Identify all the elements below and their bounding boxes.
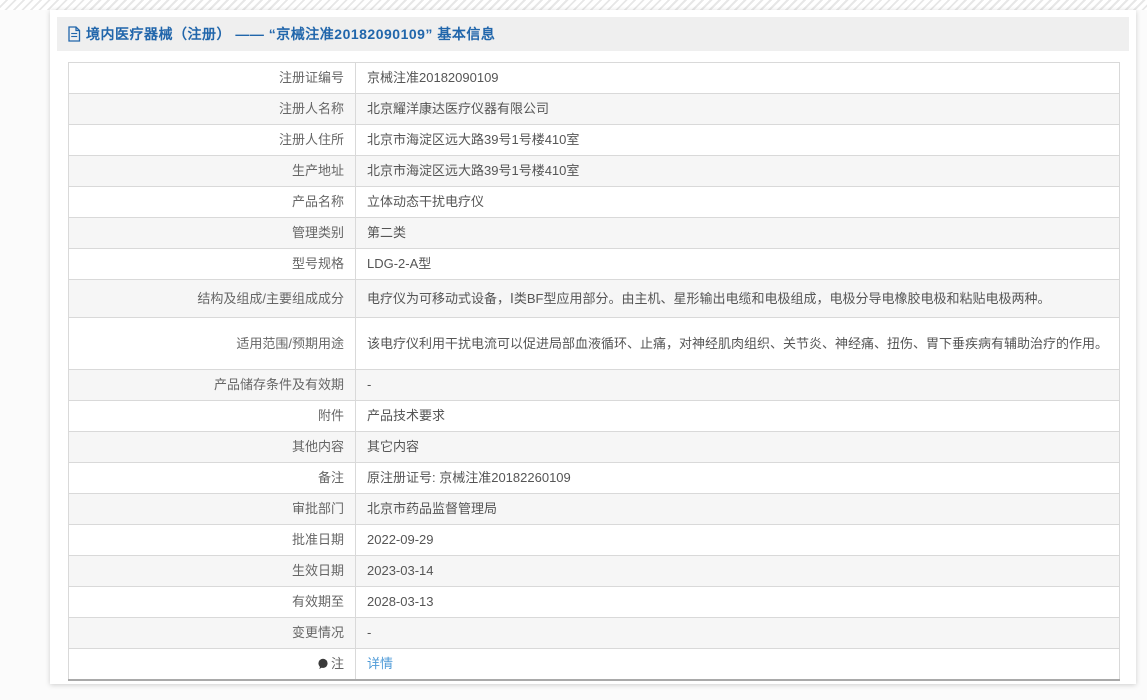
row-value: 电疗仪为可移动式设备，Ⅰ类BF型应用部分。由主机、星形输出电缆和电极组成，电极分…	[355, 279, 1120, 318]
table-row: 注册人住所 北京市海淀区远大路39号1号楼410室	[68, 124, 1120, 156]
row-value: 北京耀洋康达医疗仪器有限公司	[355, 93, 1120, 125]
row-label: 有效期至	[68, 586, 356, 618]
table-row: 生效日期 2023-03-14	[68, 555, 1120, 587]
row-label: 附件	[68, 400, 356, 432]
page-title: 境内医疗器械（注册） —— “京械注准20182090109” 基本信息	[86, 26, 496, 42]
row-value: 2028-03-13	[355, 586, 1120, 618]
row-label: 适用范围/预期用途	[68, 317, 356, 370]
table-row: 附件 产品技术要求	[68, 400, 1120, 432]
row-label: 备注	[68, 462, 356, 494]
row-label: 结构及组成/主要组成成分	[68, 279, 356, 318]
table-row: 变更情况 -	[68, 617, 1120, 649]
table-row: 备注 原注册证号: 京械注准20182260109	[68, 462, 1120, 494]
table-row: 产品储存条件及有效期 -	[68, 369, 1120, 401]
row-label: 产品名称	[68, 186, 356, 218]
note-icon	[317, 658, 329, 670]
table-row: 其他内容 其它内容	[68, 431, 1120, 463]
row-label: 管理类别	[68, 217, 356, 249]
row-label: 批准日期	[68, 524, 356, 556]
row-value: 产品技术要求	[355, 400, 1120, 432]
row-label: 注册证编号	[68, 62, 356, 94]
table-row: 批准日期 2022-09-29	[68, 524, 1120, 556]
row-value: 2023-03-14	[355, 555, 1120, 587]
row-label: 注册人住所	[68, 124, 356, 156]
row-label: 审批部门	[68, 493, 356, 525]
row-label: 型号规格	[68, 248, 356, 280]
row-value: 原注册证号: 京械注准20182260109	[355, 462, 1120, 494]
row-value: 京械注准20182090109	[355, 62, 1120, 94]
row-value: 北京市海淀区远大路39号1号楼410室	[355, 124, 1120, 156]
row-value: 2022-09-29	[355, 524, 1120, 556]
info-table-body: 注册证编号 京械注准20182090109 注册人名称 北京耀洋康达医疗仪器有限公司注…	[68, 62, 1120, 681]
detail-link[interactable]: 详情	[367, 656, 393, 671]
table-row: 注详情	[68, 648, 1120, 681]
table-row: 审批部门 北京市药品监督管理局	[68, 493, 1120, 525]
row-value: 其它内容	[355, 431, 1120, 463]
row-value: 第二类	[355, 217, 1120, 249]
table-row: 有效期至 2028-03-13	[68, 586, 1120, 618]
row-value: LDG-2-A型	[355, 248, 1120, 280]
row-value: 该电疗仪利用干扰电流可以促进局部血液循环、止痛，对神经肌肉组织、关节炎、神经痛、…	[355, 317, 1120, 370]
table-row: 注册人名称 北京耀洋康达医疗仪器有限公司	[68, 93, 1120, 125]
row-value: 详情	[355, 648, 1120, 681]
row-value: 北京市海淀区远大路39号1号楼410室	[355, 155, 1120, 187]
row-value: 立体动态干扰电疗仪	[355, 186, 1120, 218]
registration-info-table: 注册证编号 京械注准20182090109 注册人名称 北京耀洋康达医疗仪器有限公司注…	[68, 62, 1120, 681]
table-row: 型号规格 LDG-2-A型	[68, 248, 1120, 280]
table-row: 适用范围/预期用途 该电疗仪利用干扰电流可以促进局部血液循环、止痛，对神经肌肉组织…	[68, 317, 1120, 370]
row-label: 其他内容	[68, 431, 356, 463]
row-value: -	[355, 369, 1120, 401]
row-label: 注册人名称	[68, 93, 356, 125]
table-row: 结构及组成/主要组成成分 电疗仪为可移动式设备，Ⅰ类BF型应用部分。由主机、星形输…	[68, 279, 1120, 318]
document-icon	[67, 26, 81, 42]
table-row: 注册证编号 京械注准20182090109	[68, 62, 1120, 94]
row-value: -	[355, 617, 1120, 649]
row-label: 注	[68, 648, 356, 681]
page-top-hatch-decoration	[0, 0, 1147, 10]
row-label: 生效日期	[68, 555, 356, 587]
row-value: 北京市药品监督管理局	[355, 493, 1120, 525]
page-header: 境内医疗器械（注册） —— “京械注准20182090109” 基本信息	[57, 17, 1129, 51]
row-label: 产品储存条件及有效期	[68, 369, 356, 401]
row-label: 生产地址	[68, 155, 356, 187]
table-row: 生产地址 北京市海淀区远大路39号1号楼410室	[68, 155, 1120, 187]
table-row: 产品名称 立体动态干扰电疗仪	[68, 186, 1120, 218]
content-panel: 境内医疗器械（注册） —— “京械注准20182090109” 基本信息 注册证…	[50, 10, 1136, 684]
row-label: 变更情况	[68, 617, 356, 649]
table-row: 管理类别 第二类	[68, 217, 1120, 249]
